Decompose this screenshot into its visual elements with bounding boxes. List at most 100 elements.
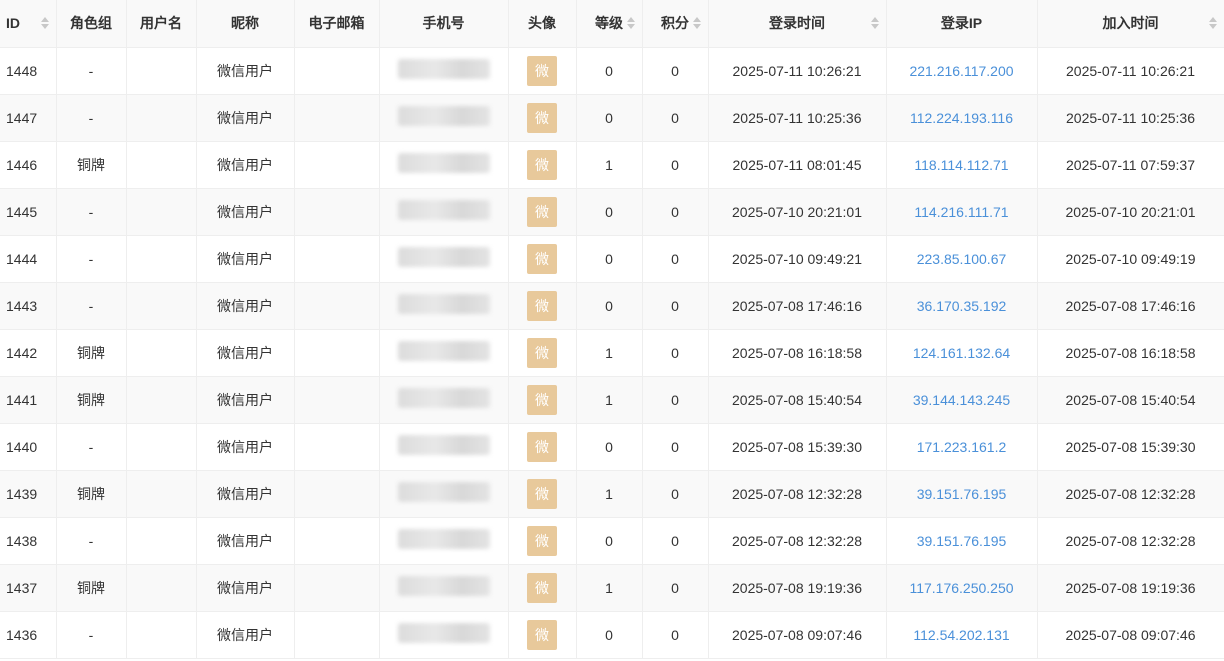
table-row[interactable]: 1445 - 微信用户 微 0 0 2025-07-10 20:21:01 114.216.1… [0, 188, 1224, 236]
wechat-avatar-icon[interactable]: 微 [527, 55, 557, 86]
column-header-score[interactable]: 积分 [642, 0, 709, 48]
wechat-avatar-icon[interactable]: 微 [527, 619, 557, 650]
wechat-avatar-icon[interactable]: 微 [527, 149, 557, 180]
login-ip-link[interactable]: 117.176.250.250 [909, 580, 1013, 596]
login-ip-link[interactable]: 124.161.132.64 [913, 345, 1010, 361]
cell-nickname: 微信用户 [196, 470, 295, 518]
cell-logintime: 2025-07-11 10:25:36 [708, 94, 887, 142]
cell-text-id: 1437 [6, 579, 38, 596]
table-row[interactable]: 1447 - 微信用户 微 0 0 2025-07-11 10:25:36 112.224.1… [0, 94, 1224, 142]
table-row[interactable]: 1443 - 微信用户 微 0 0 2025-07-08 17:46:16 36.170.35… [0, 282, 1224, 330]
cell-username [126, 94, 197, 142]
cell-email [294, 188, 380, 236]
cell-text-logintime: 2025-07-10 09:49:21 [732, 250, 862, 267]
cell-group: - [56, 517, 127, 565]
login-ip-link[interactable]: 171.223.161.2 [917, 439, 1007, 455]
login-ip-link[interactable]: 221.216.117.200 [909, 63, 1013, 79]
login-ip-link[interactable]: 223.85.100.67 [917, 251, 1007, 267]
cell-avatar: 微 [508, 517, 577, 565]
cell-text-nickname: 微信用户 [217, 391, 273, 408]
column-header-id[interactable]: ID [0, 0, 57, 48]
phone-redacted [397, 623, 490, 643]
wechat-avatar-icon[interactable]: 微 [527, 102, 557, 133]
sort-icon[interactable] [1208, 17, 1217, 30]
sort-icon[interactable] [692, 17, 701, 30]
cell-logintime: 2025-07-10 09:49:21 [708, 235, 887, 283]
cell-text-group: - [88, 250, 94, 267]
login-ip-link[interactable]: 39.151.76.195 [917, 486, 1007, 502]
wechat-avatar-icon[interactable]: 微 [527, 525, 557, 556]
login-ip-link[interactable]: 114.216.111.71 [914, 204, 1008, 220]
column-header-label: 加入时间 [1102, 15, 1159, 32]
phone-redacted [397, 529, 490, 549]
cell-loginip: 117.176.250.250 [886, 564, 1038, 612]
cell-text-score: 0 [671, 391, 679, 408]
cell-phone [379, 376, 509, 424]
table-row[interactable]: 1442 铜牌 微信用户 微 1 0 2025-07-08 16:18:58 124.161.… [0, 329, 1224, 377]
cell-id: 1440 [0, 423, 57, 471]
table-row[interactable]: 1446 铜牌 微信用户 微 1 0 2025-07-11 08:01:45 118.114.… [0, 141, 1224, 189]
wechat-avatar-icon[interactable]: 微 [527, 196, 557, 227]
cell-text-jointime: 2025-07-10 20:21:01 [1065, 203, 1196, 220]
cell-group: - [56, 188, 127, 236]
cell-level: 0 [576, 188, 643, 236]
wechat-avatar-icon[interactable]: 微 [527, 243, 557, 274]
sort-icon[interactable] [870, 17, 879, 30]
table-row[interactable]: 1436 - 微信用户 微 0 0 2025-07-08 09:07:46 112.54.20… [0, 611, 1224, 659]
cell-nickname: 微信用户 [196, 329, 295, 377]
wechat-avatar-icon[interactable]: 微 [527, 384, 557, 415]
login-ip-link[interactable]: 36.170.35.192 [917, 298, 1007, 314]
cell-text-group: - [88, 626, 94, 643]
cell-avatar: 微 [508, 564, 577, 612]
cell-text-id: 1444 [6, 250, 38, 267]
cell-id: 1437 [0, 564, 57, 612]
phone-redacted [397, 482, 490, 502]
wechat-avatar-icon[interactable]: 微 [527, 572, 557, 603]
column-header-logintime[interactable]: 登录时间 [708, 0, 887, 48]
cell-logintime: 2025-07-08 17:46:16 [708, 282, 887, 330]
phone-redacted [397, 153, 490, 173]
column-header-level[interactable]: 等级 [576, 0, 643, 48]
cell-nickname: 微信用户 [196, 141, 295, 189]
table-row[interactable]: 1440 - 微信用户 微 0 0 2025-07-08 15:39:30 171.223.1… [0, 423, 1224, 471]
login-ip-link[interactable]: 39.144.143.245 [913, 392, 1010, 408]
cell-avatar: 微 [508, 423, 577, 471]
table-row[interactable]: 1441 铜牌 微信用户 微 1 0 2025-07-08 15:40:54 39.144.1… [0, 376, 1224, 424]
column-header-label: 积分 [661, 15, 689, 32]
cell-email [294, 141, 380, 189]
wechat-avatar-icon[interactable]: 微 [527, 290, 557, 321]
cell-avatar: 微 [508, 141, 577, 189]
phone-redacted [397, 294, 490, 314]
cell-nickname: 微信用户 [196, 188, 295, 236]
cell-logintime: 2025-07-11 08:01:45 [708, 141, 887, 189]
login-ip-link[interactable]: 112.224.193.116 [910, 110, 1013, 126]
column-header-jointime[interactable]: 加入时间 [1037, 0, 1224, 48]
cell-text-logintime: 2025-07-08 16:18:58 [732, 344, 862, 361]
sort-icon[interactable] [40, 17, 49, 30]
cell-group: - [56, 282, 127, 330]
cell-email [294, 470, 380, 518]
wechat-avatar-icon[interactable]: 微 [527, 478, 557, 509]
table-row[interactable]: 1438 - 微信用户 微 0 0 2025-07-08 12:32:28 39.151.76… [0, 517, 1224, 565]
login-ip-link[interactable]: 39.151.76.195 [917, 533, 1007, 549]
cell-text-level: 0 [605, 250, 613, 267]
cell-username [126, 47, 197, 95]
wechat-avatar-icon[interactable]: 微 [527, 337, 557, 368]
sort-icon[interactable] [626, 17, 635, 30]
wechat-avatar-icon[interactable]: 微 [527, 431, 557, 462]
cell-phone [379, 141, 509, 189]
cell-text-score: 0 [671, 156, 679, 173]
table-row[interactable]: 1448 - 微信用户 微 0 0 2025-07-11 10:26:21 221.216.1… [0, 47, 1224, 95]
table-row[interactable]: 1444 - 微信用户 微 0 0 2025-07-10 09:49:21 223.85.10… [0, 235, 1224, 283]
table-row[interactable]: 1439 铜牌 微信用户 微 1 0 2025-07-08 12:32:28 39.151.7… [0, 470, 1224, 518]
table-row[interactable]: 1437 铜牌 微信用户 微 1 0 2025-07-08 19:19:36 117.176.… [0, 564, 1224, 612]
cell-text-nickname: 微信用户 [217, 438, 273, 455]
cell-score: 0 [642, 376, 709, 424]
cell-email [294, 235, 380, 283]
login-ip-link[interactable]: 112.54.202.131 [913, 627, 1009, 643]
cell-loginip: 39.151.76.195 [886, 470, 1038, 518]
cell-text-level: 0 [605, 62, 613, 79]
cell-avatar: 微 [508, 282, 577, 330]
phone-redacted [397, 200, 490, 220]
login-ip-link[interactable]: 118.114.112.71 [914, 157, 1008, 173]
